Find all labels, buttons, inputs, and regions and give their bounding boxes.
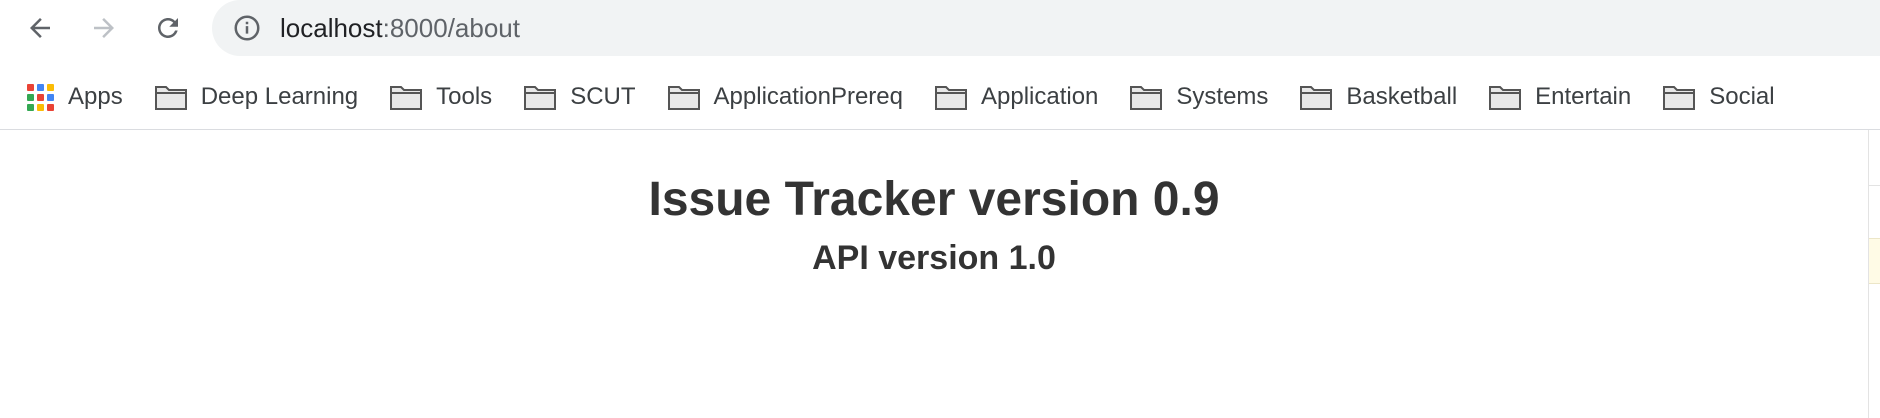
folder-icon — [667, 84, 700, 110]
bookmark-folder-application[interactable]: Application — [934, 77, 1099, 117]
bookmark-folder-entertain[interactable]: Entertain — [1489, 77, 1631, 117]
folder-icon — [1300, 84, 1333, 110]
arrow-right-icon — [94, 18, 114, 38]
folder-icon — [1489, 84, 1522, 110]
bookmark-folder-systems[interactable]: Systems — [1130, 77, 1268, 117]
folder-icon — [1663, 84, 1696, 110]
bookmark-label: ApplicationPrereq — [713, 83, 903, 110]
bookmark-label: Deep Learning — [200, 83, 359, 110]
bookmarks-bar: Apps Deep Learning Tools SCUT Applicatio… — [0, 72, 1880, 122]
scrollbar-marker — [1869, 185, 1880, 186]
url-text[interactable]: localhost:8000/about — [280, 0, 520, 56]
folder-icon — [154, 84, 187, 110]
folder-icon — [390, 84, 423, 110]
bookmark-apps[interactable]: Apps — [0, 77, 123, 117]
bookmark-label: Apps — [68, 83, 123, 110]
url-path: :8000/about — [382, 13, 520, 43]
bookmark-label: Tools — [436, 83, 493, 110]
bookmark-folder-social[interactable]: Social — [1663, 77, 1775, 117]
url-host: localhost — [280, 13, 383, 43]
info-icon[interactable] — [232, 13, 262, 43]
browser-toolbar: localhost:8000/about — [0, 0, 1880, 58]
back-button[interactable] — [20, 8, 60, 48]
bookmark-folder-tools[interactable]: Tools — [390, 77, 492, 117]
forward-button[interactable] — [84, 8, 124, 48]
folder-icon — [934, 84, 967, 110]
bookmark-folder-deep-learning[interactable]: Deep Learning — [154, 77, 359, 117]
arrow-left-icon — [30, 18, 50, 38]
bookmark-label: Entertain — [1535, 83, 1632, 110]
apps-grid-icon — [27, 83, 54, 111]
bookmark-folder-scut[interactable]: SCUT — [524, 77, 636, 117]
folder-icon — [1130, 84, 1163, 110]
reload-icon — [158, 18, 178, 38]
bookmark-folder-applicationprereq[interactable]: ApplicationPrereq — [667, 77, 903, 117]
page-subtitle: API version 1.0 — [812, 239, 1056, 277]
bookmark-label: Application — [980, 83, 1099, 110]
page-title: Issue Tracker version 0.9 — [648, 173, 1220, 226]
address-bar[interactable]: localhost:8000/about — [212, 0, 1880, 56]
folder-icon — [524, 84, 557, 110]
page-content: Issue Tracker version 0.9 API version 1.… — [0, 130, 1868, 280]
bookmark-label: SCUT — [570, 83, 636, 110]
reload-button[interactable] — [148, 8, 188, 48]
bookmark-label: Systems — [1176, 83, 1269, 110]
scrollbar-highlight — [1869, 238, 1880, 284]
bookmark-label: Social — [1709, 83, 1775, 110]
bookmark-label: Basketball — [1346, 83, 1458, 110]
bookmark-folder-basketball[interactable]: Basketball — [1300, 77, 1457, 117]
